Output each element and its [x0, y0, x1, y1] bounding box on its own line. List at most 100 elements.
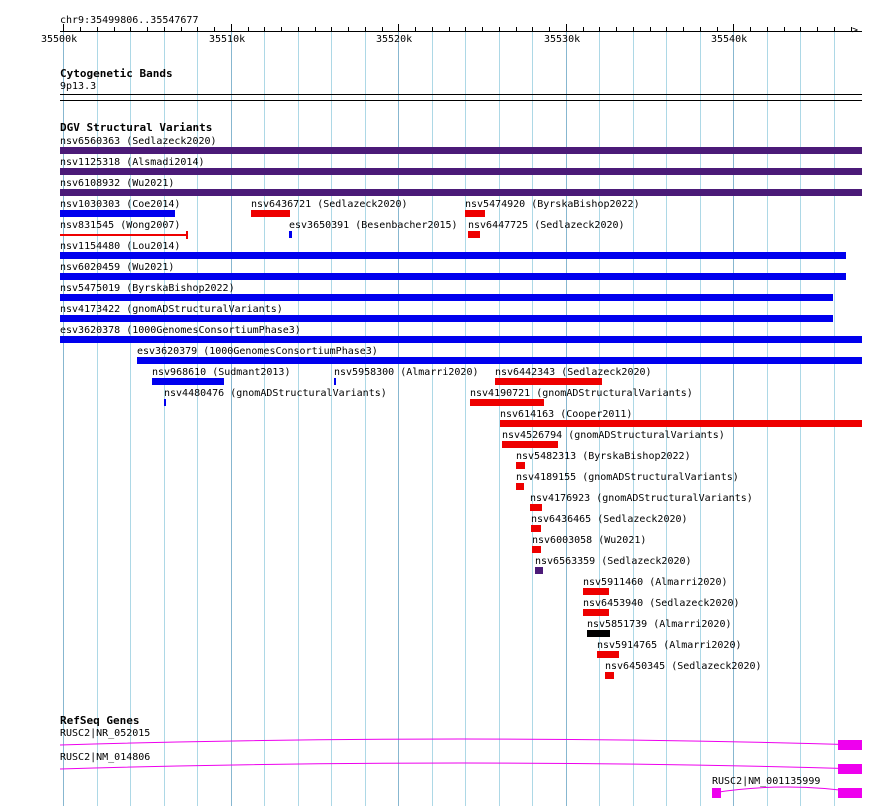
variant-label[interactable]: nsv4480476 (gnomADStructuralVariants)	[164, 388, 387, 400]
variant-bar[interactable]	[516, 483, 524, 490]
grid-line	[264, 28, 265, 806]
ruler-tick	[800, 27, 801, 31]
variant-bar[interactable]	[334, 378, 336, 385]
ruler-tick	[449, 27, 450, 31]
variant-label[interactable]: nsv5482313 (ByrskaBishop2022)	[516, 451, 691, 463]
variant-bar[interactable]	[516, 462, 525, 469]
ruler-tick	[532, 27, 533, 31]
variant-bar[interactable]	[164, 399, 166, 406]
ruler-tick	[164, 27, 165, 31]
variant-bar[interactable]	[60, 315, 833, 322]
grid-line	[767, 28, 768, 806]
gene-exon[interactable]	[838, 788, 862, 798]
ruler-tick-label: 35540k	[711, 34, 748, 45]
ruler-tick	[181, 27, 182, 31]
ruler-axis	[60, 31, 862, 32]
gene-exon[interactable]	[838, 740, 862, 750]
variant-bar[interactable]	[60, 189, 862, 196]
ruler-tick-label: 35530k	[544, 34, 581, 45]
variant-bar[interactable]	[251, 210, 290, 217]
ruler-tick	[315, 27, 316, 31]
variant-bar[interactable]	[531, 525, 541, 532]
variant-label[interactable]: nsv831545 (Wong2007)	[60, 220, 180, 232]
variant-end-tick	[186, 231, 188, 239]
variant-bar[interactable]	[583, 609, 609, 616]
ruler-tick	[851, 27, 852, 31]
ruler-tick	[499, 27, 500, 31]
cytoband-bottom-line	[60, 100, 862, 101]
variant-label[interactable]: nsv6447725 (Sedlazeck2020)	[468, 220, 625, 232]
variant-bar[interactable]	[152, 378, 224, 385]
variant-bar[interactable]	[470, 399, 544, 406]
gene-model[interactable]	[60, 760, 862, 774]
grid-line	[733, 28, 734, 806]
ruler-tick	[80, 27, 81, 31]
variant-label[interactable]: nsv5474920 (ByrskaBishop2022)	[465, 199, 640, 211]
grid-line	[465, 28, 466, 806]
variant-bar[interactable]	[60, 210, 175, 217]
variant-bar[interactable]	[137, 357, 862, 364]
variant-bar[interactable]	[60, 147, 862, 154]
ruler-tick	[264, 27, 265, 31]
ruler-tick	[666, 27, 667, 31]
gene-model[interactable]	[60, 736, 862, 750]
variant-label[interactable]: nsv6003058 (Wu2021)	[532, 535, 646, 547]
variant-bar[interactable]	[465, 210, 485, 217]
variant-bar[interactable]	[60, 168, 862, 175]
variant-bar[interactable]	[60, 336, 862, 343]
variant-bar[interactable]	[289, 231, 292, 238]
variant-label[interactable]: nsv6450345 (Sedlazeck2020)	[605, 661, 762, 673]
gene-exon[interactable]	[838, 764, 862, 774]
variant-label[interactable]: nsv4176923 (gnomADStructuralVariants)	[530, 493, 753, 505]
variant-label[interactable]: esv3650391 (Besenbacher2015)	[289, 220, 458, 232]
variant-bar[interactable]	[60, 252, 846, 259]
ruler-tick	[214, 27, 215, 31]
grid-line	[700, 28, 701, 806]
ruler-tick	[516, 27, 517, 31]
ruler-tick	[834, 27, 835, 31]
ruler-tick	[650, 27, 651, 31]
ruler-tick	[298, 27, 299, 31]
genome-browser-view: chr9:35499806..35547677 >35500k 35510k 355…	[0, 0, 890, 806]
ruler-tick	[415, 27, 416, 31]
variant-bar[interactable]	[597, 651, 619, 658]
ruler-tick	[750, 27, 751, 31]
ruler-tick	[197, 27, 198, 31]
variant-bar[interactable]	[532, 546, 541, 553]
track-title-cytobands: Cytogenetic Bands	[60, 67, 173, 80]
variant-label[interactable]: nsv5958300 (Almarri2020)	[334, 367, 479, 379]
variant-bar[interactable]	[495, 378, 602, 385]
ruler-tick	[365, 27, 366, 31]
variant-bar[interactable]	[60, 273, 846, 280]
variant-bar[interactable]	[502, 441, 558, 448]
variant-bar[interactable]	[535, 567, 543, 574]
cytoband-label: 9p13.3	[60, 81, 97, 92]
grid-line	[231, 28, 232, 806]
variant-label[interactable]: nsv6563359 (Sedlazeck2020)	[535, 556, 692, 568]
ruler-tick	[432, 27, 433, 31]
grid-line	[834, 28, 835, 806]
variant-bar[interactable]	[587, 630, 610, 637]
ruler-tick	[63, 24, 64, 31]
grid-line	[365, 28, 366, 806]
cytoband-top-line	[60, 94, 862, 95]
ruler-tick	[248, 27, 249, 31]
variant-label[interactable]: nsv4189155 (gnomADStructuralVariants)	[516, 472, 739, 484]
ruler-tick	[717, 27, 718, 31]
variant-label[interactable]: nsv6436465 (Sedlazeck2020)	[531, 514, 688, 526]
variant-bar[interactable]	[530, 504, 542, 511]
region-label: chr9:35499806..35547677	[60, 15, 199, 26]
grid-line	[800, 28, 801, 806]
variant-bar[interactable]	[605, 672, 614, 679]
variant-bar[interactable]	[500, 420, 862, 427]
variant-bar[interactable]	[60, 234, 187, 236]
gene-exon[interactable]	[712, 788, 721, 798]
variant-bar[interactable]	[468, 231, 480, 238]
ruler-tick	[599, 27, 600, 31]
variant-bar[interactable]	[583, 588, 609, 595]
variant-bar[interactable]	[60, 294, 833, 301]
grid-line	[633, 28, 634, 806]
ruler-tick	[114, 27, 115, 31]
grid-line	[666, 28, 667, 806]
ruler-tick	[130, 27, 131, 31]
